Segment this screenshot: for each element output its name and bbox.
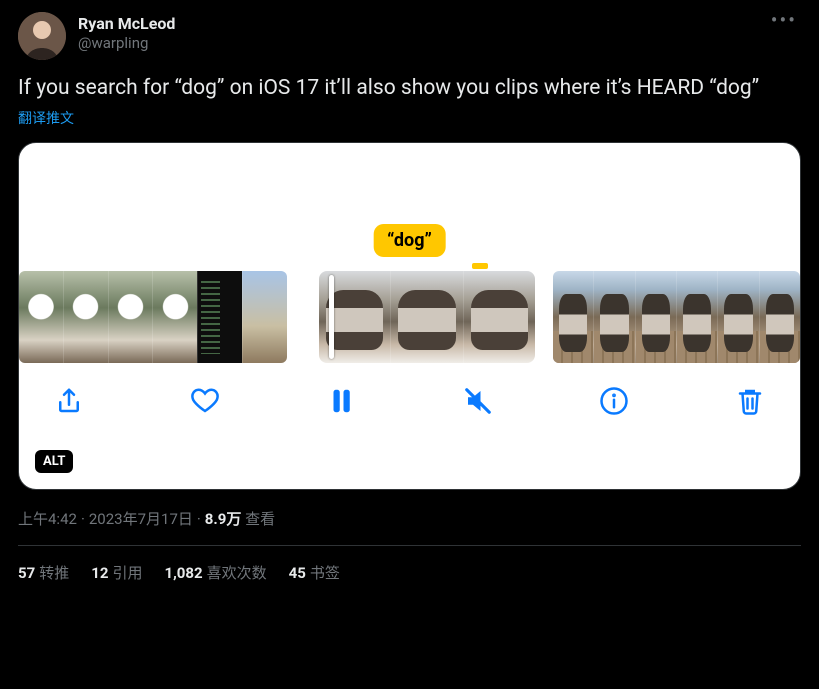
mute-icon[interactable] — [462, 385, 494, 417]
clip-frame — [676, 271, 717, 363]
stat-quotes[interactable]: 12引用 — [91, 562, 142, 583]
video-filmstrip[interactable] — [19, 271, 800, 363]
handle: @warpling — [78, 34, 767, 53]
clip-group-3[interactable] — [553, 271, 800, 363]
info-icon[interactable] — [598, 385, 630, 417]
pause-icon[interactable] — [325, 385, 357, 417]
clip-frame — [553, 271, 593, 363]
media-header: “dog” — [19, 143, 800, 257]
media-toolbar — [19, 363, 800, 417]
clip-frame — [152, 271, 197, 363]
stat-bookmarks[interactable]: 45书签 — [289, 562, 340, 583]
clip-frame — [63, 271, 108, 363]
trash-icon[interactable] — [734, 385, 766, 417]
clip-frame — [390, 271, 462, 363]
meta-time: 上午4:42 — [18, 510, 77, 528]
avatar[interactable] — [18, 12, 66, 60]
meta-date: 2023年7月17日 — [89, 510, 193, 528]
media-card[interactable]: “dog” — [18, 142, 801, 490]
tweet-meta[interactable]: 上午4:42·2023年7月17日·8.9万 查看 — [18, 508, 801, 529]
meta-views-label: 查看 — [245, 510, 275, 528]
share-icon[interactable] — [53, 385, 85, 417]
clip-group-1[interactable] — [19, 271, 287, 363]
tweet-container: Ryan McLeod @warpling ••• If you search … — [0, 0, 819, 595]
stat-retweets[interactable]: 57转推 — [18, 562, 69, 583]
clip-group-2[interactable] — [319, 271, 535, 363]
translate-link[interactable]: 翻译推文 — [18, 108, 801, 128]
clip-frame — [108, 271, 153, 363]
divider — [18, 545, 801, 546]
alt-badge[interactable]: ALT — [35, 450, 73, 473]
search-term-marker — [472, 263, 488, 269]
clip-frame — [197, 271, 242, 363]
clip-frame — [242, 271, 287, 363]
stat-likes[interactable]: 1,082喜欢次数 — [164, 562, 266, 583]
author-block[interactable]: Ryan McLeod @warpling — [78, 12, 767, 53]
meta-views-count: 8.9万 — [205, 510, 242, 528]
display-name: Ryan McLeod — [78, 14, 767, 34]
tweet-stats: 57转推 12引用 1,082喜欢次数 45书签 — [18, 562, 801, 583]
more-icon[interactable]: ••• — [767, 12, 801, 28]
clip-frame — [717, 271, 758, 363]
heart-icon[interactable] — [189, 385, 221, 417]
tweet-header: Ryan McLeod @warpling ••• — [18, 12, 801, 60]
clip-frame — [19, 271, 63, 363]
search-term-bubble: “dog” — [373, 224, 446, 257]
tweet-text: If you search for “dog” on iOS 17 it’ll … — [18, 74, 801, 102]
clip-frame — [463, 271, 535, 363]
playhead[interactable] — [329, 275, 334, 359]
clip-frame — [635, 271, 676, 363]
clip-frame — [593, 271, 634, 363]
clip-frame — [759, 271, 800, 363]
